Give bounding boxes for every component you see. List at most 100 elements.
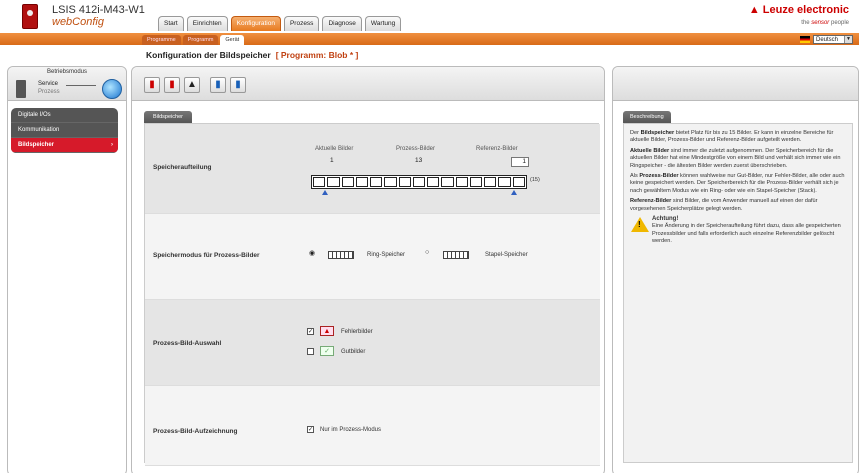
process-selection-section: Prozess-Bild-Auswahl ✓ ▲ Fehlerbilder ✓ …: [145, 300, 600, 386]
tab-diagnose[interactable]: Diagnose: [322, 16, 362, 31]
load-device-icon[interactable]: ▮: [164, 77, 180, 93]
language-value: Deutsch: [816, 36, 839, 43]
memory-slot-bar[interactable]: [311, 175, 527, 189]
sidebar-item-kommunikation[interactable]: Kommunikation: [11, 123, 118, 138]
error-images-checkbox[interactable]: ✓: [307, 328, 314, 335]
subtab-programme[interactable]: Programme: [142, 35, 181, 45]
error-image-icon: ▲: [320, 326, 334, 336]
desc-bold: Aktuelle Bilder: [630, 147, 670, 154]
tagline-prefix: the: [801, 20, 812, 26]
desc-text: Der: [630, 130, 641, 136]
save-device-icon[interactable]: ▮: [144, 77, 160, 93]
warning-triangle-icon: [631, 217, 649, 233]
reference-images-input[interactable]: 1: [511, 157, 529, 167]
memory-slot: [370, 177, 383, 187]
tab-prozess[interactable]: Prozess: [283, 16, 320, 31]
mode-switch-button[interactable]: [102, 79, 122, 99]
memory-slot: [412, 177, 426, 187]
desc-paragraph-2: Aktuelle Bilder sind immer die zuletzt a…: [630, 148, 846, 170]
tab-wartung[interactable]: Wartung: [364, 16, 402, 31]
tab-einrichten[interactable]: Einrichten: [186, 16, 228, 31]
memory-slot: [484, 177, 497, 187]
memory-split-section: Speicheraufteilung Aktuelle Bilder Proze…: [145, 124, 600, 214]
process-images-header: Prozess-Bilder: [396, 146, 436, 152]
sidebar-item-digital-io[interactable]: Digitale I/Os: [11, 108, 118, 123]
sidebar-item-bildspeicher[interactable]: Bildspeicher: [11, 138, 118, 153]
tab-konfiguration[interactable]: Konfiguration: [230, 16, 281, 31]
mode-title: Betriebsmodus: [46, 69, 88, 75]
good-image-icon: ✓: [320, 346, 334, 356]
process-recording-section: Prozess-Bild-Aufzeichnung ✓ Nur im Proze…: [145, 386, 600, 466]
memory-slot: [313, 177, 326, 187]
good-images-checkbox[interactable]: [307, 348, 314, 355]
memory-slot: [512, 177, 525, 187]
mode-process-label: Prozess: [38, 89, 60, 95]
stack-radio[interactable]: ○: [425, 249, 429, 256]
toolbar-area: ▮ ▮ ▲ ▮ ▮: [132, 67, 604, 101]
description-area: Der Bildspeicher bietet Platz für bis zu…: [623, 123, 853, 463]
page-title: Konfiguration der Bildspeicher [ Programm…: [146, 50, 358, 60]
stack-buffer-icon: [443, 251, 469, 259]
brand-name: Leuze electronic: [762, 4, 849, 16]
memory-slot: [441, 177, 454, 187]
toolbar: ▮ ▮ ▲ ▮ ▮: [144, 77, 246, 93]
warning-icon[interactable]: ▲: [184, 77, 200, 93]
tab-start[interactable]: Start: [158, 16, 184, 31]
language-select[interactable]: Deutsch ▼: [813, 34, 853, 44]
center-panel: ▮ ▮ ▲ ▮ ▮ Bildspeicher Speicheraufteilun…: [131, 66, 605, 473]
warning-box: Achtung! Eine Änderung in der Speicherau…: [630, 216, 846, 246]
memory-slot: [455, 177, 468, 187]
memory-mode-label: Speichermodus für Prozess-Bilder: [153, 252, 260, 259]
memory-slot: [341, 177, 354, 187]
subtab-programm[interactable]: Programm: [182, 35, 219, 45]
download-icon[interactable]: ▮: [230, 77, 246, 93]
app-name: webConfig: [52, 16, 104, 28]
current-split-handle[interactable]: [322, 190, 328, 195]
process-selection-label: Prozess-Bild-Auswahl: [153, 340, 222, 347]
ring-buffer-icon: [328, 251, 354, 259]
tab-bildspeicher[interactable]: Bildspeicher: [144, 111, 192, 123]
mode-service-label: Service: [38, 81, 59, 87]
ring-radio[interactable]: ◉: [309, 249, 315, 257]
main-tabs: Start Einrichten Konfiguration Prozess D…: [158, 16, 402, 31]
brand-logo: ▲ Leuze electronic: [749, 4, 849, 16]
sub-nav-bar: [0, 33, 859, 45]
desc-bold: Referenz-Bilder: [630, 198, 672, 205]
brand-triangle-icon: ▲: [748, 4, 760, 16]
stack-label: Stapel-Speicher: [485, 252, 528, 258]
memory-mode-section: Speichermodus für Prozess-Bilder ◉ Ring-…: [145, 214, 600, 300]
tagline: the sensor people: [801, 20, 849, 26]
tagline-suffix: people: [829, 20, 849, 26]
device-name: LSIS 412i-M43-W1: [52, 4, 145, 16]
tagline-sensor: sensor: [811, 20, 830, 26]
process-images-value: 13: [415, 157, 423, 164]
memory-split-label: Speicheraufteilung: [153, 164, 212, 171]
header: LSIS 412i-M43-W1 webConfig ▲ Leuze electr…: [0, 0, 859, 45]
settings-area: Speicheraufteilung Aktuelle Bilder Proze…: [144, 123, 600, 466]
good-images-label: Gutbilder: [341, 349, 366, 355]
subtab-geraet[interactable]: Gerät: [220, 35, 245, 45]
german-flag-icon: [800, 35, 810, 43]
upload-icon[interactable]: ▮: [210, 77, 226, 93]
desc-paragraph-1: Der Bildspeicher bietet Platz für bis zu…: [630, 130, 846, 145]
language-selector: Deutsch ▼: [800, 34, 853, 44]
memory-max-label: (15): [530, 177, 540, 183]
memory-slot: [355, 177, 369, 187]
sensor-device-icon: [16, 80, 26, 98]
chevron-down-icon: ▼: [844, 35, 852, 43]
reference-split-handle[interactable]: [511, 190, 517, 195]
only-process-checkbox[interactable]: ✓: [307, 426, 314, 433]
desc-text: Als: [630, 173, 640, 180]
device-icon: [22, 4, 38, 29]
mode-header: Betriebsmodus Service Prozess: [8, 67, 126, 101]
tab-beschreibung[interactable]: Beschreibung: [623, 111, 671, 123]
ring-label: Ring-Speicher: [367, 252, 406, 258]
reference-images-header: Referenz-Bilder: [476, 146, 518, 152]
memory-slot: [498, 177, 511, 187]
right-panel: Beschreibung Der Bildspeicher bietet Pla…: [612, 66, 859, 473]
memory-slot: [427, 177, 440, 187]
error-images-label: Fehlerbilder: [341, 329, 373, 335]
current-images-value: 1: [330, 157, 334, 164]
only-process-label: Nur im Prozess-Modus: [320, 427, 382, 433]
memory-slot: [398, 177, 411, 187]
